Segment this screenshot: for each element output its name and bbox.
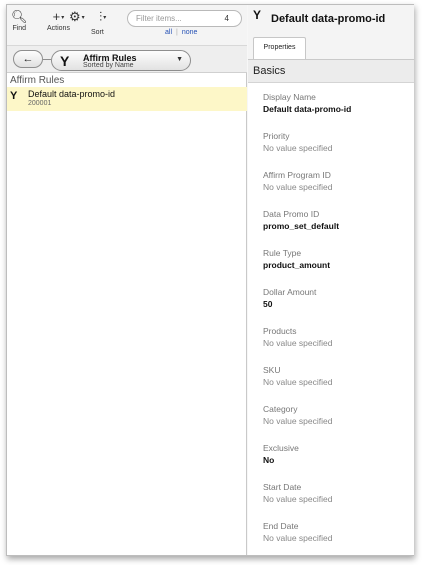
detail-title: Default data-promo-id xyxy=(271,13,386,25)
find-label: Find xyxy=(12,25,27,32)
list-pane: 🔍︎ Find +▾ Actions ⚙▾ ⫶▾ Sort Filter ite… xyxy=(7,5,247,555)
property-label: End Date xyxy=(263,521,299,531)
section-header: Basics xyxy=(248,59,414,83)
property-sku: SKU No value specified xyxy=(263,364,413,403)
property-label: Products xyxy=(263,326,297,336)
tab-properties[interactable]: Properties xyxy=(253,37,306,59)
property-rule-type: Rule Type product_amount xyxy=(263,247,413,286)
settings-tool[interactable]: ⚙▾ xyxy=(69,9,85,25)
property-priority: Priority No value specified xyxy=(263,130,413,169)
breadcrumb-subtitle: Sorted by Name xyxy=(83,62,134,69)
navigation-bar: ← Y Affirm Rules Sorted by Name ▼ xyxy=(7,45,247,73)
selection-links: all | none xyxy=(165,29,197,36)
search-icon: 🔍︎ xyxy=(11,9,28,24)
property-value[interactable]: No value specified xyxy=(263,415,413,427)
breadcrumb-connector xyxy=(43,59,51,60)
property-label: Category xyxy=(263,404,298,414)
sort-icon: ⫶▾ xyxy=(99,9,107,24)
branch-icon: Y xyxy=(60,53,70,69)
property-value[interactable]: No value specified xyxy=(263,376,413,388)
property-label: Rule Type xyxy=(263,248,302,258)
detail-header: Y Default data-promo-id Properties xyxy=(248,5,414,59)
branch-icon: Y xyxy=(253,8,262,22)
branch-check-icon: Y xyxy=(10,90,18,102)
app-window: 🔍︎ Find +▾ Actions ⚙▾ ⫶▾ Sort Filter ite… xyxy=(6,4,414,556)
property-value[interactable]: No xyxy=(263,454,413,466)
toolbar: 🔍︎ Find +▾ Actions ⚙▾ ⫶▾ Sort Filter ite… xyxy=(7,5,247,45)
breadcrumb[interactable]: Y Affirm Rules Sorted by Name ▼ xyxy=(51,50,191,71)
property-label: Priority xyxy=(263,131,290,141)
sort-tool[interactable]: ⫶▾ Sort xyxy=(91,9,107,36)
property-dollar-amount: Dollar Amount 50 xyxy=(263,286,413,325)
property-label: Exclusive xyxy=(263,443,299,453)
actions-tool[interactable]: +▾ Actions xyxy=(47,9,70,32)
list-header: Affirm Rules xyxy=(10,75,65,86)
property-start-date: Start Date No value specified xyxy=(263,481,413,520)
plus-icon: +▾ xyxy=(52,9,65,24)
select-all-link[interactable]: all xyxy=(165,29,172,36)
list-item-id: 200001 xyxy=(28,100,52,107)
find-tool[interactable]: 🔍︎ Find xyxy=(11,9,28,32)
filter-input[interactable]: Filter items... 4 xyxy=(127,10,242,27)
property-value[interactable]: promo_set_default xyxy=(263,220,413,232)
select-none-link[interactable]: none xyxy=(182,29,198,36)
property-end-date: End Date No value specified xyxy=(263,520,413,559)
property-value[interactable]: 50 xyxy=(263,298,413,310)
property-label: Affirm Program ID xyxy=(263,170,331,180)
back-arrow-icon: ← xyxy=(22,53,34,65)
property-value[interactable]: No value specified xyxy=(263,142,413,154)
property-affirm-program-id: Affirm Program ID No value specified xyxy=(263,169,413,208)
property-value[interactable]: No value specified xyxy=(263,181,413,193)
property-display-name: Display Name Default data-promo-id xyxy=(263,91,413,130)
property-label: Dollar Amount xyxy=(263,287,317,297)
property-products: Products No value specified xyxy=(263,325,413,364)
filter-count: 4 xyxy=(224,14,229,23)
back-button[interactable]: ← xyxy=(13,50,43,68)
property-data-promo-id: Data Promo ID promo_set_default xyxy=(263,208,413,247)
filter-placeholder: Filter items... xyxy=(136,14,182,23)
detail-pane: Y Default data-promo-id Properties Basic… xyxy=(248,5,414,555)
list-item[interactable]: Y Default data-promo-id 200001 xyxy=(7,87,247,111)
property-value[interactable]: No value specified xyxy=(263,337,413,349)
list-item-name: Default data-promo-id xyxy=(28,89,116,99)
property-value[interactable]: Default data-promo-id xyxy=(263,103,413,115)
property-category: Category No value specified xyxy=(263,403,413,442)
property-label: Data Promo ID xyxy=(263,209,320,219)
property-value[interactable]: No value specified xyxy=(263,532,413,544)
property-label: Display Name xyxy=(263,92,316,102)
property-label: Start Date xyxy=(263,482,302,492)
gear-icon: ⚙▾ xyxy=(69,9,85,24)
property-exclusive: Exclusive No xyxy=(263,442,413,481)
chevron-down-icon: ▼ xyxy=(176,56,183,63)
property-value[interactable]: No value specified xyxy=(263,493,413,505)
actions-label: Actions xyxy=(47,25,70,32)
property-value[interactable]: product_amount xyxy=(263,259,413,271)
property-list: Display Name Default data-promo-id Prior… xyxy=(263,91,413,559)
property-label: SKU xyxy=(263,365,281,375)
link-separator: | xyxy=(176,29,178,36)
sort-label: Sort xyxy=(91,29,104,36)
